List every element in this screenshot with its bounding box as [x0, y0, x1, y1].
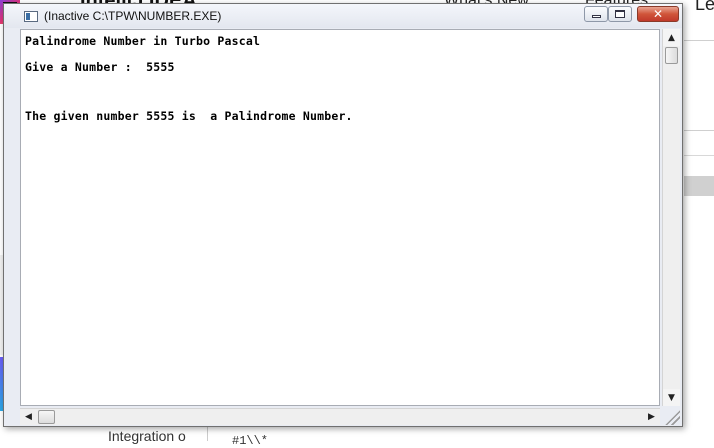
scroll-right-button[interactable]: ▶ [643, 409, 660, 425]
close-button[interactable]: ✕ [637, 6, 679, 22]
nav-learn-link[interactable]: Le [695, 0, 714, 15]
scroll-left-button[interactable]: ◀ [20, 409, 37, 425]
console-app-icon[interactable] [24, 11, 38, 22]
console-line: Give a Number : 5555 [25, 60, 175, 74]
turbo-pascal-window: (Inactive C:\TPW\NUMBER.EXE) ✕ Palindrom… [3, 3, 683, 427]
scroll-down-button[interactable]: ▼ [663, 389, 680, 406]
horizontal-scrollbar[interactable]: ◀ ▶ [20, 408, 660, 425]
vertical-scroll-thumb[interactable] [665, 47, 678, 64]
console-line: The given number 5555 is a Palindrome Nu… [25, 109, 353, 123]
background-divider [207, 426, 208, 441]
background-divider [684, 40, 714, 41]
maximize-button[interactable] [608, 6, 632, 22]
minimize-icon [591, 15, 601, 18]
window-client-area: Palindrome Number in Turbo Pascal Give a… [19, 28, 681, 426]
console-line: Palindrome Number in Turbo Pascal [25, 34, 261, 48]
maximize-icon [615, 10, 625, 18]
down-arrow-icon: ▼ [668, 392, 675, 403]
window-titlebar[interactable]: (Inactive C:\TPW\NUMBER.EXE) ✕ [4, 4, 682, 28]
window-title: (Inactive C:\TPW\NUMBER.EXE) [44, 9, 222, 23]
resize-grip-icon[interactable] [663, 409, 680, 425]
background-bar [684, 176, 714, 196]
background-divider [684, 155, 714, 156]
background-code-snippet: #1\\* [232, 434, 269, 448]
horizontal-scroll-thumb[interactable] [38, 410, 55, 424]
console-output[interactable]: Palindrome Number in Turbo Pascal Give a… [20, 29, 660, 406]
up-arrow-icon: ▲ [668, 32, 675, 43]
minimize-button[interactable] [584, 6, 608, 22]
scroll-up-button[interactable]: ▲ [663, 29, 680, 46]
background-divider [684, 130, 714, 131]
right-arrow-icon: ▶ [648, 412, 655, 422]
close-icon: ✕ [652, 7, 664, 21]
background-bottom-text: Integration o [108, 428, 186, 444]
left-arrow-icon: ◀ [25, 412, 32, 422]
vertical-scrollbar[interactable]: ▲ ▼ [662, 29, 680, 406]
